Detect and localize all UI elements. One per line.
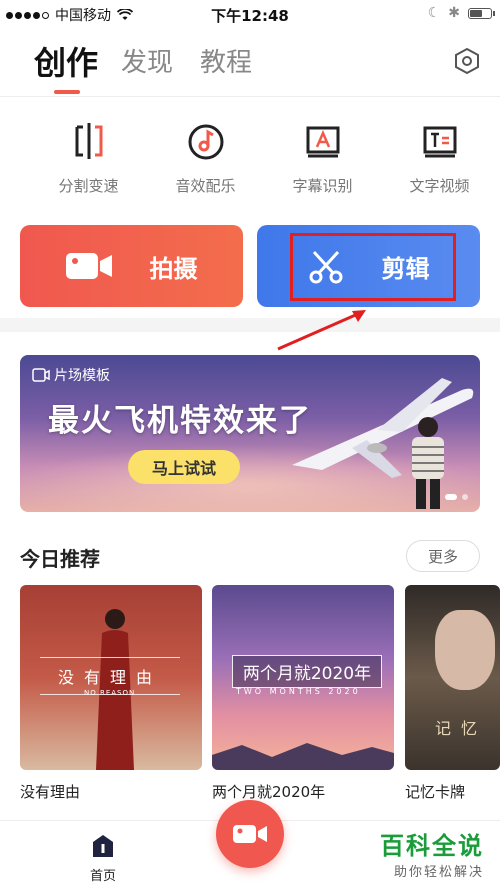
tool-label: 音效配乐 xyxy=(175,177,236,195)
moon-icon: ☾ xyxy=(427,5,441,21)
shoot-label: 拍摄 xyxy=(149,254,198,283)
banner-tag-label: 片场模板 xyxy=(54,368,110,384)
recommend-card[interactable]: 记忆 xyxy=(405,585,500,770)
template-banner[interactable]: 片场模板 最火飞机特效来了 马上试试 xyxy=(20,355,480,512)
edit-highlight-box xyxy=(290,233,456,301)
recommend-card[interactable]: 两个月就2020年 TWO MONTHS 2020 xyxy=(212,585,394,770)
status-bar: 中国移动 下午12:48 ☾ ✱ xyxy=(0,0,500,28)
tool-label: 字幕识别 xyxy=(292,177,353,195)
shoot-button[interactable]: 拍摄 xyxy=(20,225,243,307)
watermark-title: 百科全说 xyxy=(380,832,484,860)
card-overlay-sub: TWO MONTHS 2020 xyxy=(236,687,361,696)
tool-sound-music[interactable]: 音效配乐 xyxy=(147,115,264,205)
video-camera-icon xyxy=(65,253,112,279)
clapper-icon xyxy=(32,368,50,382)
header-divider xyxy=(0,96,500,97)
try-now-button[interactable]: 马上试试 xyxy=(128,450,240,484)
split-speed-icon xyxy=(75,123,102,159)
banner-pager xyxy=(445,494,468,500)
nav-home-label: 首页 xyxy=(89,869,116,884)
watermark-subtitle: 助你轻松解决 xyxy=(393,865,484,880)
tab-discover[interactable]: 发现 xyxy=(121,42,173,79)
battery-icon xyxy=(468,7,495,19)
recommend-card[interactable]: 没有理由 NO REASON xyxy=(20,585,202,770)
tab-indicator xyxy=(54,90,80,94)
card-overlay-text: 记忆 xyxy=(435,719,488,738)
music-note-icon xyxy=(188,124,223,160)
tool-split-speed[interactable]: 分割变速 xyxy=(30,115,147,205)
subtitle-a-icon xyxy=(306,126,339,158)
card-overlay-sub: NO REASON xyxy=(84,689,136,697)
card-overlay-text: 两个月就2020年 xyxy=(232,655,382,688)
video-camera-icon xyxy=(233,825,267,843)
banner-tag: 片场模板 xyxy=(32,365,110,385)
section-separator xyxy=(0,318,500,332)
bluetooth-icon: ✱ xyxy=(448,5,460,21)
tool-label: 文字视频 xyxy=(409,177,470,195)
text-video-icon xyxy=(423,126,456,158)
portrait-face xyxy=(435,610,495,690)
tab-create[interactable]: 创作 xyxy=(34,38,98,84)
settings-hexagon-icon[interactable] xyxy=(452,46,482,76)
tool-row: 分割变速 音效配乐 字幕识别 文字视频 xyxy=(0,115,500,205)
nav-home[interactable]: 首页 xyxy=(84,833,122,884)
more-button[interactable]: 更多 xyxy=(406,540,480,572)
annotation-arrow-icon xyxy=(277,310,366,351)
watermark: 百科全说 助你轻松解决 xyxy=(380,826,484,880)
top-tabs: 创作 发现 教程 xyxy=(0,38,500,94)
record-button[interactable] xyxy=(216,800,284,868)
card-title: 没有理由 xyxy=(20,783,81,801)
card-title: 记忆卡牌 xyxy=(405,783,466,801)
mountain-silhouette xyxy=(212,743,394,770)
tab-tutorial[interactable]: 教程 xyxy=(200,42,252,79)
tool-subtitle-recognition[interactable]: 字幕识别 xyxy=(264,115,381,205)
status-time: 下午12:48 xyxy=(211,7,289,25)
card-title: 两个月就2020年 xyxy=(212,783,326,801)
tool-text-video[interactable]: 文字视频 xyxy=(381,115,498,205)
home-icon xyxy=(93,835,113,857)
section-title: 今日推荐 xyxy=(20,547,100,571)
tool-label: 分割变速 xyxy=(58,177,119,195)
banner-title: 最火飞机特效来了 xyxy=(48,403,312,439)
